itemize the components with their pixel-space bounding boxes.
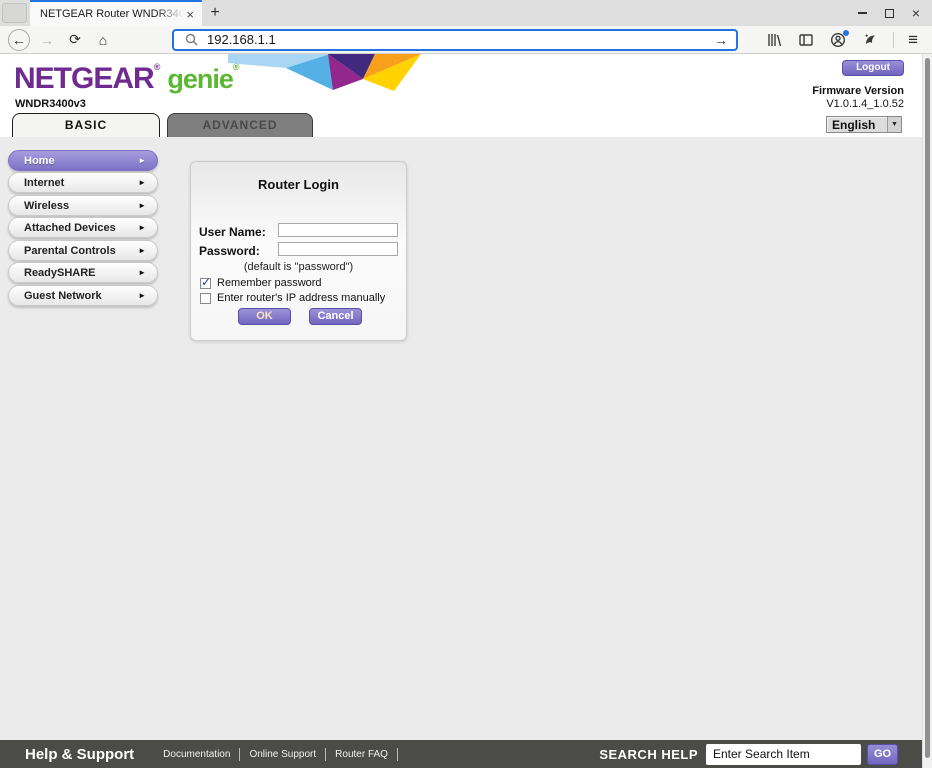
window-controls: × [858,0,932,26]
footer-links: Documentation Online Support Router FAQ [154,748,398,761]
firmware-label: Firmware Version [812,85,904,98]
arrow-right-icon: ► [138,246,146,255]
toolbar-divider [893,32,894,48]
sidebar-item-label: Attached Devices [24,222,116,234]
forward-button[interactable]: → [36,29,58,51]
close-window-icon[interactable]: × [912,6,920,20]
online-support-link[interactable]: Online Support [240,749,325,760]
remember-password-checkbox[interactable]: ✓ [200,278,211,289]
menu-icon[interactable]: ≡ [908,30,918,50]
sidebar-item-internet[interactable]: Internet ► [8,172,158,193]
help-search-input[interactable] [706,744,861,765]
language-value: English [827,117,887,132]
home-button[interactable]: ⌂ [92,29,114,51]
tab-advanced[interactable]: ADVANCED [167,113,313,137]
site-footer: Help & Support Documentation Online Supp… [0,740,932,768]
documentation-link[interactable]: Documentation [154,749,239,760]
netgear-genie-logo: NETGEAR®genie® [14,62,240,96]
panel-title: Router Login [191,177,406,192]
tab-title: NETGEAR Router WNDR340 [40,8,184,20]
default-password-hint: (default is "password") [191,261,406,273]
tab-close-icon[interactable]: × [184,7,196,22]
registered-mark: ® [154,62,161,72]
arrow-right-icon: ► [138,201,146,210]
remember-password-row: ✓ Remember password [200,277,322,289]
page-netgear-genie: NETGEAR®genie® Logout Firmware Version V… [0,54,932,768]
arrow-right-icon: ► [138,223,146,232]
router-faq-link[interactable]: Router FAQ [326,749,397,760]
help-support-title: Help & Support [25,746,134,763]
sidebar-item-label: Internet [24,177,64,189]
sidebar-item-attached-devices[interactable]: Attached Devices ► [8,217,158,238]
chevron-down-icon[interactable]: ▼ [887,117,901,132]
manual-ip-row: Enter router's IP address manually [200,292,385,304]
new-tab-button[interactable]: + [202,0,228,26]
check-icon: ✓ [201,275,211,289]
cancel-button[interactable]: Cancel [309,308,362,325]
manual-ip-label: Enter router's IP address manually [217,292,385,304]
arrow-right-icon: ► [138,178,146,187]
sidebar-item-guest-network[interactable]: Guest Network ► [8,285,158,306]
firmware-version-block: Firmware Version V1.0.1.4_1.0.52 [812,85,904,110]
sidebar-item-readyshare[interactable]: ReadySHARE ► [8,262,158,283]
remember-password-label: Remember password [217,277,322,289]
scrollbar-thumb[interactable] [925,58,930,758]
brand-genie: genie [167,64,233,94]
library-icon[interactable] [765,31,783,49]
extension-icon[interactable] [861,31,879,49]
browser-toolbar: ← → ⟳ ⌂ 192.168.1.1 → ≡ [0,26,932,54]
search-icon [182,31,200,49]
decorative-triangles [228,54,421,92]
router-login-panel: Router Login User Name: Password: (defau… [190,161,407,341]
brand-netgear: NETGEAR [14,62,154,95]
url-go-icon[interactable]: → [714,32,728,48]
search-help-label: SEARCH HELP [599,747,698,762]
account-icon[interactable] [829,31,847,49]
sidebar-item-wireless[interactable]: Wireless ► [8,195,158,216]
sidebar-item-label: ReadySHARE [24,267,96,279]
password-field[interactable] [278,242,398,256]
firmware-value: V1.0.1.4_1.0.52 [812,98,904,111]
language-select[interactable]: English ▼ [826,116,902,133]
minimize-icon[interactable] [858,12,867,14]
toolbar-right-icons: ≡ [765,30,924,50]
tab-basic[interactable]: BASIC [12,113,160,137]
username-field[interactable] [278,223,398,237]
arrow-right-icon: ► [138,291,146,300]
browser-tab[interactable]: NETGEAR Router WNDR340 × [30,0,202,26]
arrow-right-icon: ► [138,156,146,165]
footer-search: SEARCH HELP GO [599,744,898,765]
url-text[interactable]: 192.168.1.1 [207,32,276,47]
logout-button[interactable]: Logout [842,60,904,76]
reload-button[interactable]: ⟳ [64,29,86,51]
site-header: NETGEAR®genie® Logout Firmware Version V… [0,54,932,113]
password-label: Password: [199,244,260,258]
sidebar-toggle-icon[interactable] [797,31,815,49]
divider [397,748,398,761]
go-button[interactable]: GO [867,744,898,765]
manual-ip-checkbox[interactable] [200,293,211,304]
back-button[interactable]: ← [8,29,30,51]
sidebar-item-parental-controls[interactable]: Parental Controls ► [8,240,158,261]
account-badge [843,30,849,36]
maximize-icon[interactable] [885,9,894,18]
ok-button[interactable]: OK [238,308,291,325]
titlebar-button[interactable] [2,3,27,23]
sidebar-item-label: Guest Network [24,290,102,302]
username-label: User Name: [199,225,266,239]
sidebar-item-label: Parental Controls [24,245,116,257]
site-tab-row: BASIC ADVANCED English ▼ [0,113,932,137]
sidebar-item-label: Wireless [24,200,69,212]
sidebar-item-home[interactable]: Home ► [8,150,158,171]
sidebar-item-label: Home [24,155,55,167]
page-scrollbar[interactable] [922,54,932,768]
main-content: Home ► Internet ► Wireless ► Attached De… [0,137,932,740]
browser-titlebar: NETGEAR Router WNDR340 × + × [0,0,932,26]
arrow-right-icon: ► [138,268,146,277]
router-model: WNDR3400v3 [15,98,86,110]
url-bar[interactable]: 192.168.1.1 → [172,29,738,51]
